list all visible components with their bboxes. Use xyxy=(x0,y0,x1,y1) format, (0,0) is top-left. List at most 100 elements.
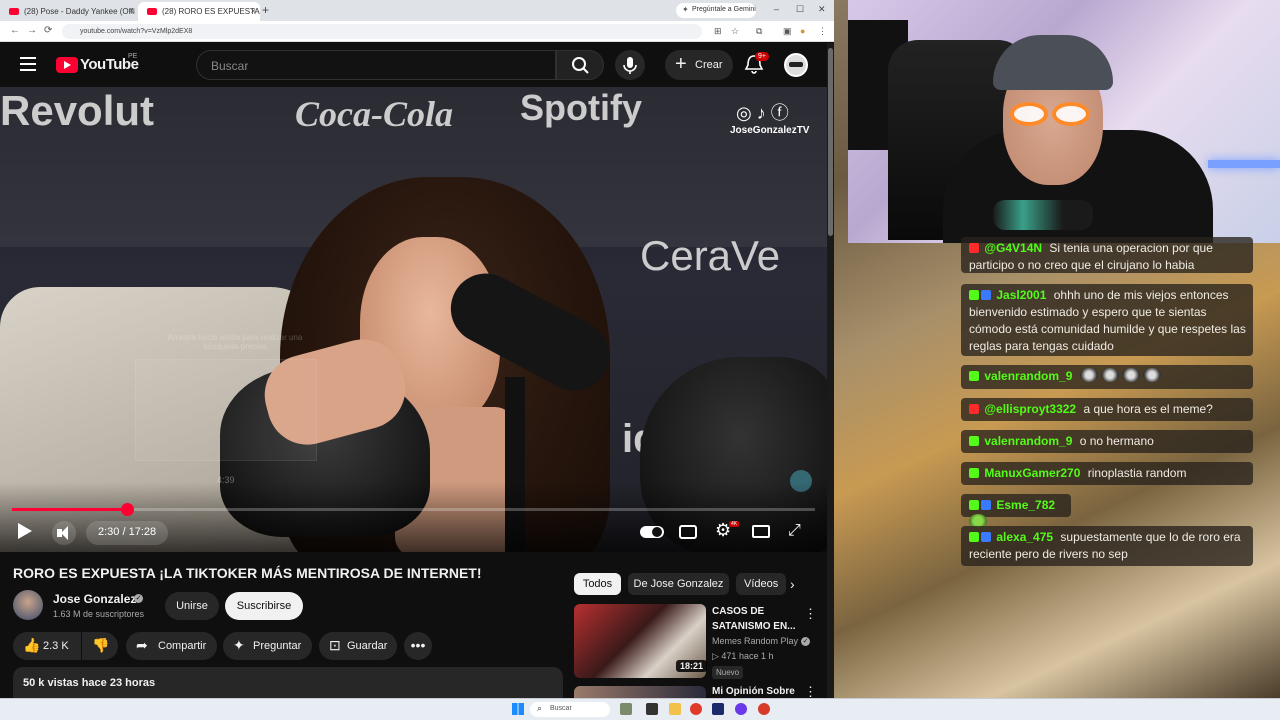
theater-mode-icon[interactable] xyxy=(752,525,770,538)
video-title: RORO ES EXPUESTA ¡LA TIKTOKER MÁS MENTIR… xyxy=(13,565,482,581)
youtube-logo-icon[interactable] xyxy=(56,57,78,73)
browser-window: (28) Pose - Daddy Yankee (Offi × (28) RO… xyxy=(0,0,834,698)
address-bar-row: ← → ⟳ youtube.com/watch?v=VzMlp2dEX8 ⊞ ☆… xyxy=(0,21,834,42)
premiere-icon[interactable] xyxy=(712,703,724,715)
subscribe-button[interactable]: Suscribirse xyxy=(225,592,303,620)
tab-pose-daddy-yankee[interactable]: (28) Pose - Daddy Yankee (Offi × xyxy=(0,2,138,21)
extensions-icon[interactable]: ⧉ xyxy=(756,26,762,37)
chat-username: Esme_782 xyxy=(996,498,1056,512)
emote-icon xyxy=(1100,368,1119,382)
seek-help-text: Arrastra hacia arriba para realizar una … xyxy=(167,333,303,351)
thumbs-up-icon: 👍 xyxy=(23,637,41,653)
view-stats: 50 k vistas hace 23 horas xyxy=(23,677,156,689)
menu-kebab-icon[interactable]: ⋮ xyxy=(818,26,827,37)
sub-badge-icon xyxy=(981,290,991,300)
social-handle: JoseGonzalezTV xyxy=(730,125,810,136)
youtube-badge-icon xyxy=(969,243,979,253)
chip-todos[interactable]: Todos xyxy=(574,573,621,595)
install-icon[interactable]: ⊞ xyxy=(714,26,722,37)
search-button[interactable] xyxy=(556,50,604,80)
maximize-button[interactable]: ☐ xyxy=(796,4,804,15)
channel-name[interactable]: Jose Gonzalez xyxy=(53,592,136,606)
bookmark-star-icon[interactable]: ☆ xyxy=(731,26,739,37)
kick-badge-icon xyxy=(969,500,979,510)
obs-icon[interactable] xyxy=(735,703,747,715)
ask-gemini-button[interactable]: Pregúntale a Gemini xyxy=(676,3,756,18)
share-button[interactable]: ➦ Compartir xyxy=(126,632,217,660)
chat-username: valenrandom_9 xyxy=(984,434,1073,448)
close-window-button[interactable]: ✕ xyxy=(818,4,826,15)
save-label: Guardar xyxy=(347,640,388,652)
chat-username: valenrandom_9 xyxy=(984,369,1073,383)
search-icon xyxy=(572,57,589,74)
task-view-icon[interactable] xyxy=(646,703,658,715)
create-button[interactable]: Crear xyxy=(665,50,733,80)
ask-button[interactable]: ✦ Preguntar xyxy=(223,632,312,660)
volume-icon[interactable] xyxy=(52,521,76,545)
play-icon[interactable] xyxy=(18,523,32,539)
reload-button[interactable]: ⟳ xyxy=(44,25,52,36)
youtube-favicon-icon xyxy=(147,8,157,15)
chat-message: valenrandom_9 o no hermano xyxy=(961,430,1253,453)
sponsor-logo: Revolut xyxy=(0,87,155,134)
kick-badge-icon xyxy=(969,468,979,478)
channel-avatar[interactable] xyxy=(13,590,43,620)
hamburger-menu-icon[interactable] xyxy=(20,57,36,71)
voice-search-button[interactable] xyxy=(615,50,645,80)
video-player[interactable]: Revolut Coca-Cola Spotify CeraVe id ◎ ♪ … xyxy=(0,87,827,552)
notification-count-badge: 9+ xyxy=(755,52,769,61)
chrome-icon[interactable] xyxy=(690,703,702,715)
kebab-menu-icon[interactable]: ⋮ xyxy=(804,606,817,622)
recommendation-meta: ▷ 471 hace 1 h xyxy=(712,651,774,661)
account-avatar[interactable] xyxy=(784,53,808,77)
sidebar-icon[interactable]: ▣ xyxy=(783,26,792,37)
tab-close-icon[interactable]: × xyxy=(251,6,256,16)
description-box[interactable]: 50 k vistas hace 23 horas xyxy=(13,667,563,698)
taskbar-search-input[interactable]: Buscar xyxy=(530,702,610,717)
app-icon[interactable] xyxy=(758,703,770,715)
scrubber-handle[interactable] xyxy=(121,503,134,516)
like-button[interactable]: 👍 2.3 K xyxy=(13,632,81,660)
chevron-right-icon[interactable]: › xyxy=(790,576,795,592)
windows-start-icon[interactable] xyxy=(512,703,524,715)
subtitles-icon[interactable] xyxy=(679,525,697,539)
chat-username: @ellisproyt3322 xyxy=(984,402,1077,416)
webcam-feed xyxy=(848,0,1280,243)
chat-message: alexa_475 supuestamente que lo de roro e… xyxy=(961,526,1253,566)
more-actions-button[interactable]: ••• xyxy=(404,632,432,660)
widgets-icon[interactable] xyxy=(620,703,632,715)
new-badge: Nuevo xyxy=(712,666,744,679)
dislike-button[interactable]: 👎 xyxy=(82,632,118,660)
recommendation-thumbnail[interactable] xyxy=(574,686,706,698)
recommendation-channel[interactable]: Memes Random Play xyxy=(712,636,798,646)
emote-icon xyxy=(1142,368,1161,382)
new-tab-button[interactable]: + xyxy=(262,3,269,17)
chat-username: @G4V14N xyxy=(984,241,1043,255)
fullscreen-icon[interactable]: ⤢ xyxy=(788,522,810,540)
tab-strip: (28) Pose - Daddy Yankee (Offi × (28) RO… xyxy=(0,0,834,21)
minimize-button[interactable]: – xyxy=(774,4,779,14)
save-button[interactable]: ⊡ Guardar xyxy=(319,632,397,660)
chip-videos[interactable]: Vídeos xyxy=(736,573,786,595)
tab-roro-expuesta[interactable]: (28) RORO ES EXPUESTA ¡LA TIK × xyxy=(138,2,260,21)
recommendation-title[interactable]: Mi Opinión Sobre xyxy=(712,686,795,697)
tab-label: (28) Pose - Daddy Yankee (Offi xyxy=(24,7,135,16)
microphone-icon xyxy=(623,57,637,74)
chip-de-jose-gonzalez[interactable]: De Jose Gonzalez xyxy=(628,573,729,595)
file-explorer-icon[interactable] xyxy=(669,703,681,715)
kick-badge-icon xyxy=(969,532,979,542)
url-field[interactable]: youtube.com/watch?v=VzMlp2dEX8 xyxy=(62,24,702,39)
search-input[interactable]: Buscar xyxy=(196,50,556,80)
kebab-menu-icon[interactable]: ⋮ xyxy=(804,684,817,698)
profile-icon[interactable]: ● xyxy=(800,26,805,36)
autoplay-toggle[interactable] xyxy=(640,526,664,538)
recommendation-title[interactable]: CASOS DE SATANISMO EN... xyxy=(712,604,800,634)
bookmark-icon: ⊡ xyxy=(329,637,341,653)
back-button[interactable]: ← xyxy=(10,25,20,36)
tab-close-icon[interactable]: × xyxy=(129,6,134,16)
join-button[interactable]: Unirse xyxy=(165,592,219,620)
progress-bar[interactable] xyxy=(12,503,815,516)
chat-message: valenrandom_9 xyxy=(961,365,1253,389)
forward-button[interactable]: → xyxy=(27,25,37,36)
scrollbar-thumb[interactable] xyxy=(828,48,833,236)
